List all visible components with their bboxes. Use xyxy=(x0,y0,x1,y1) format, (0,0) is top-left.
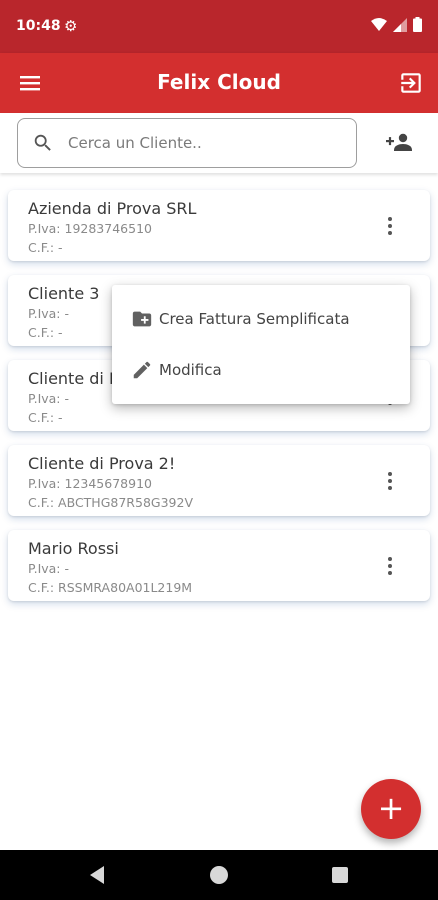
plus-icon: + xyxy=(377,789,405,827)
client-piva: P.Iva: 19283746510 xyxy=(28,221,152,236)
menu-item-modifica[interactable]: Modifica xyxy=(112,346,410,396)
search-icon xyxy=(34,134,51,151)
client-name: Cliente 3 xyxy=(28,284,100,303)
search-area xyxy=(0,113,438,173)
home-icon[interactable] xyxy=(210,866,228,884)
system-icons xyxy=(371,17,422,32)
app-title: Felix Cloud xyxy=(157,70,281,94)
client-piva: P.Iva: - xyxy=(28,306,70,321)
client-card[interactable]: Cliente di Prova 2! P.Iva: 12345678910 C… xyxy=(8,445,430,516)
back-icon[interactable] xyxy=(88,865,106,885)
navigation-bar xyxy=(0,850,438,900)
settings-icon: ⚙ xyxy=(64,17,78,35)
client-piva: P.Iva: 12345678910 xyxy=(28,476,152,491)
add-user-icon[interactable] xyxy=(384,129,414,155)
logout-icon[interactable] xyxy=(398,70,424,96)
menu-item-label: Modifica xyxy=(159,361,222,379)
add-client-fab[interactable]: + xyxy=(361,779,421,839)
client-card[interactable]: Mario Rossi P.Iva: - C.F.: RSSMRA80A01L2… xyxy=(8,530,430,601)
client-cf: C.F.: - xyxy=(28,240,63,255)
client-cf: C.F.: RSSMRA80A01L219M xyxy=(28,580,193,595)
more-vert-icon[interactable] xyxy=(387,472,393,490)
menu-item-label: Crea Fattura Semplificata xyxy=(159,310,350,328)
signal-icon xyxy=(393,17,407,32)
menu-item-crea-fattura[interactable]: Crea Fattura Semplificata xyxy=(112,295,410,345)
client-cf: C.F.: - xyxy=(28,410,63,425)
client-card[interactable]: Azienda di Prova SRL P.Iva: 19283746510 … xyxy=(8,190,430,261)
client-cf: C.F.: - xyxy=(28,325,63,340)
battery-icon xyxy=(413,17,422,32)
app-bar: Felix Cloud xyxy=(0,53,438,113)
client-name: Cliente di P xyxy=(28,369,119,388)
client-cf: C.F.: ABCTHG87R58G392V xyxy=(28,495,193,510)
context-menu: Crea Fattura Semplificata Modifica xyxy=(112,285,410,404)
client-name: Azienda di Prova SRL xyxy=(28,199,197,218)
search-input[interactable] xyxy=(68,131,348,155)
pencil-icon xyxy=(133,361,151,379)
client-piva: P.Iva: - xyxy=(28,391,70,406)
recents-icon[interactable] xyxy=(332,867,348,883)
search-box[interactable] xyxy=(17,118,357,168)
create-new-folder-icon xyxy=(132,311,152,327)
status-time: 10:48 xyxy=(16,18,61,34)
more-vert-icon[interactable] xyxy=(387,557,393,575)
wifi-icon xyxy=(371,17,387,31)
client-name: Cliente di Prova 2! xyxy=(28,454,176,473)
client-piva: P.Iva: - xyxy=(28,561,70,576)
more-vert-icon[interactable] xyxy=(387,217,393,235)
client-name: Mario Rossi xyxy=(28,539,119,558)
status-bar: 10:48 ⚙ xyxy=(0,0,438,53)
